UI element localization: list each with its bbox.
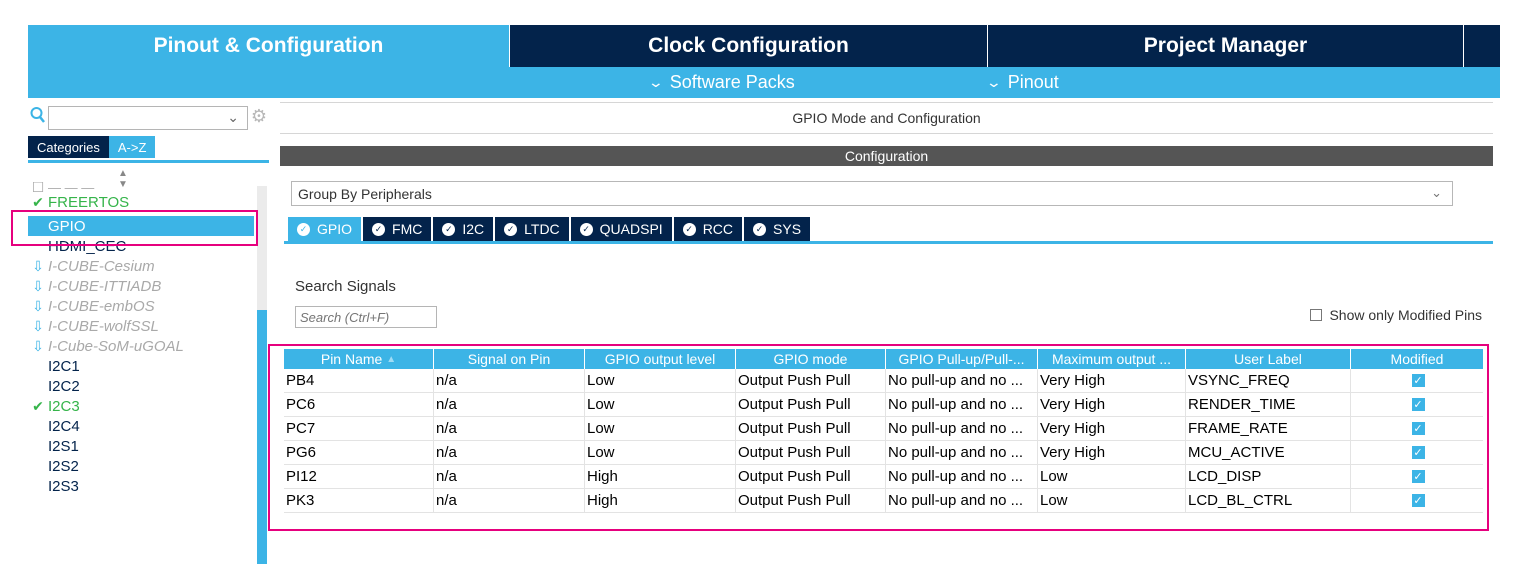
tree-item-i2c2[interactable]: I2C2 bbox=[28, 376, 254, 396]
tree-item-partial: ☐ — — — bbox=[28, 182, 254, 192]
category-search-combo[interactable]: ⌄ bbox=[48, 106, 248, 130]
tree-item-label: I2C2 bbox=[48, 377, 80, 395]
tree-item-i2c4[interactable]: I2C4 bbox=[28, 416, 254, 436]
tree-item-label: I2S1 bbox=[48, 437, 79, 455]
tree-item-i-cube-ittiadb[interactable]: ⇩ I-CUBE-ITTIADB bbox=[28, 276, 254, 296]
tab-clock-configuration[interactable]: Clock Configuration bbox=[510, 25, 988, 67]
tree-item-i2s3[interactable]: I2S3 bbox=[28, 476, 254, 496]
chevron-down-icon[interactable]: ⌄ bbox=[227, 109, 239, 126]
show-modified-label: Show only Modified Pins bbox=[1329, 307, 1482, 323]
tree-item-freertos[interactable]: ✔ FREERTOS bbox=[28, 192, 254, 212]
check-icon: ✔ bbox=[32, 193, 44, 210]
tab-quadspi[interactable]: ✓ QUADSPI bbox=[570, 217, 672, 241]
tab-label: RCC bbox=[702, 221, 734, 237]
categories-panel: ⌄ ⚙ Categories A->Z ▲ ▼ ☐ — — — ✔ FREERTOS … bbox=[28, 98, 269, 564]
search-icon bbox=[30, 107, 45, 123]
annotation-highlight-table bbox=[268, 344, 1489, 531]
download-icon: ⇩ bbox=[32, 277, 44, 294]
tab-label: I2C bbox=[462, 221, 485, 237]
tab-sys[interactable]: ✓ SYS bbox=[744, 217, 811, 241]
tree-item-i2s2[interactable]: I2S2 bbox=[28, 456, 254, 476]
check-circle-icon: ✓ bbox=[297, 222, 310, 236]
tab-label: QUADSPI bbox=[599, 221, 663, 237]
tab-underline bbox=[28, 160, 269, 163]
tree-item-i2c3[interactable]: ✔ I2C3 bbox=[28, 396, 254, 416]
tab-underline bbox=[284, 241, 1493, 244]
download-icon: ⇩ bbox=[32, 257, 44, 274]
check-circle-icon: ✓ bbox=[579, 222, 593, 236]
tab-a-z[interactable]: A->Z bbox=[108, 136, 156, 158]
tree-item-i2c1[interactable]: I2C1 bbox=[28, 356, 254, 376]
category-scrollbar[interactable] bbox=[257, 186, 267, 564]
pinout-menu-label: Pinout bbox=[1007, 72, 1059, 92]
tree-item-label: I2C1 bbox=[48, 357, 80, 375]
tree-item-i-cube-som-ugoal[interactable]: ⇩ I-Cube-SoM-uGOAL bbox=[28, 336, 254, 356]
annotation-highlight-gpio bbox=[11, 210, 258, 246]
tab-pinout-configuration[interactable]: Pinout & Configuration bbox=[28, 25, 510, 67]
show-modified-checkbox[interactable]: Show only Modified Pins bbox=[1310, 307, 1482, 323]
gear-icon[interactable]: ⚙ bbox=[251, 106, 267, 127]
search-signals-input[interactable] bbox=[295, 306, 437, 328]
tab-project-manager[interactable]: Project Manager bbox=[988, 25, 1464, 67]
tree-item-label: I2C4 bbox=[48, 417, 80, 435]
download-icon: ⇩ bbox=[32, 297, 44, 314]
tree-item-label: I2S3 bbox=[48, 477, 79, 495]
category-sort-tabs: Categories A->Z bbox=[28, 136, 156, 158]
tab-rcc[interactable]: ✓ RCC bbox=[673, 217, 743, 241]
chevron-down-icon: ⌄ bbox=[647, 74, 665, 90]
software-packs-menu[interactable]: ⌄ Software Packs bbox=[647, 67, 795, 98]
software-packs-label: Software Packs bbox=[669, 72, 795, 92]
tree-item-i2s1[interactable]: I2S1 bbox=[28, 436, 254, 456]
tab-ltdc[interactable]: ✓ LTDC bbox=[495, 217, 569, 241]
scrollbar-thumb[interactable] bbox=[257, 310, 267, 564]
tab-label: SYS bbox=[773, 221, 802, 237]
category-search-row: ⌄ ⚙ bbox=[28, 104, 269, 130]
tree-item-i-cube-wolfssl[interactable]: ⇩ I-CUBE-wolfSSL bbox=[28, 316, 254, 336]
search-signals-label: Search Signals bbox=[295, 278, 396, 295]
download-icon: ⇩ bbox=[32, 317, 44, 334]
tab-label: LTDC bbox=[524, 221, 560, 237]
tree-item-label: — — — bbox=[48, 182, 95, 192]
checkbox-box[interactable] bbox=[1310, 309, 1323, 321]
group-by-select[interactable]: Group By Peripherals ⌄ bbox=[291, 181, 1453, 206]
tree-item-i-cube-cesium[interactable]: ⇩ I-CUBE-Cesium bbox=[28, 256, 254, 276]
chevron-down-icon[interactable]: ⌄ bbox=[1431, 185, 1442, 201]
tab-tools[interactable] bbox=[1464, 25, 1500, 67]
check-circle-icon: ✓ bbox=[504, 222, 518, 236]
tree-item-label: FREERTOS bbox=[48, 193, 130, 211]
tree-item-i-cube-embos[interactable]: ⇩ I-CUBE-embOS bbox=[28, 296, 254, 316]
check-circle-icon: ✓ bbox=[372, 222, 386, 236]
peripheral-tabs: ✓ GPIO ✓ FMC ✓ I2C ✓ LTDC ✓ QUADSPI ✓ RCC ✓ SYS bbox=[288, 217, 812, 241]
tab-categories[interactable]: Categories bbox=[28, 136, 109, 158]
tree-item-label: I2S2 bbox=[48, 457, 79, 475]
download-icon: ☐ bbox=[31, 182, 45, 192]
pinout-menu[interactable]: ⌄ Pinout bbox=[985, 67, 1059, 98]
configuration-header: Configuration bbox=[280, 146, 1493, 166]
sub-menu-bar: ⌄ Software Packs ⌄ Pinout bbox=[28, 67, 1500, 98]
group-by-value: Group By Peripherals bbox=[298, 185, 432, 202]
download-icon: ⇩ bbox=[32, 337, 44, 354]
tree-item-label: I-Cube-SoM-uGOAL bbox=[48, 337, 184, 355]
tab-i2c[interactable]: ✓ I2C bbox=[433, 217, 494, 241]
tab-fmc[interactable]: ✓ FMC bbox=[363, 217, 432, 241]
mode-title: GPIO Mode and Configuration bbox=[280, 102, 1493, 134]
tab-label: GPIO bbox=[317, 221, 353, 237]
tree-item-label: I-CUBE-ITTIADB bbox=[48, 277, 162, 295]
tab-label: FMC bbox=[392, 221, 423, 237]
check-circle-icon: ✓ bbox=[753, 222, 767, 236]
check-circle-icon: ✓ bbox=[442, 222, 456, 236]
tree-item-label: I-CUBE-embOS bbox=[48, 297, 155, 315]
tree-item-label: I-CUBE-wolfSSL bbox=[48, 317, 159, 335]
chevron-down-icon: ⌄ bbox=[985, 74, 1003, 90]
tab-gpio[interactable]: ✓ GPIO bbox=[288, 217, 362, 241]
check-circle-icon: ✓ bbox=[682, 222, 696, 236]
tree-item-label: I-CUBE-Cesium bbox=[48, 257, 155, 275]
top-tab-bar: Pinout & Configuration Clock Configurati… bbox=[28, 25, 1500, 67]
tree-item-label: I2C3 bbox=[48, 397, 80, 415]
check-icon: ✔ bbox=[32, 397, 44, 414]
